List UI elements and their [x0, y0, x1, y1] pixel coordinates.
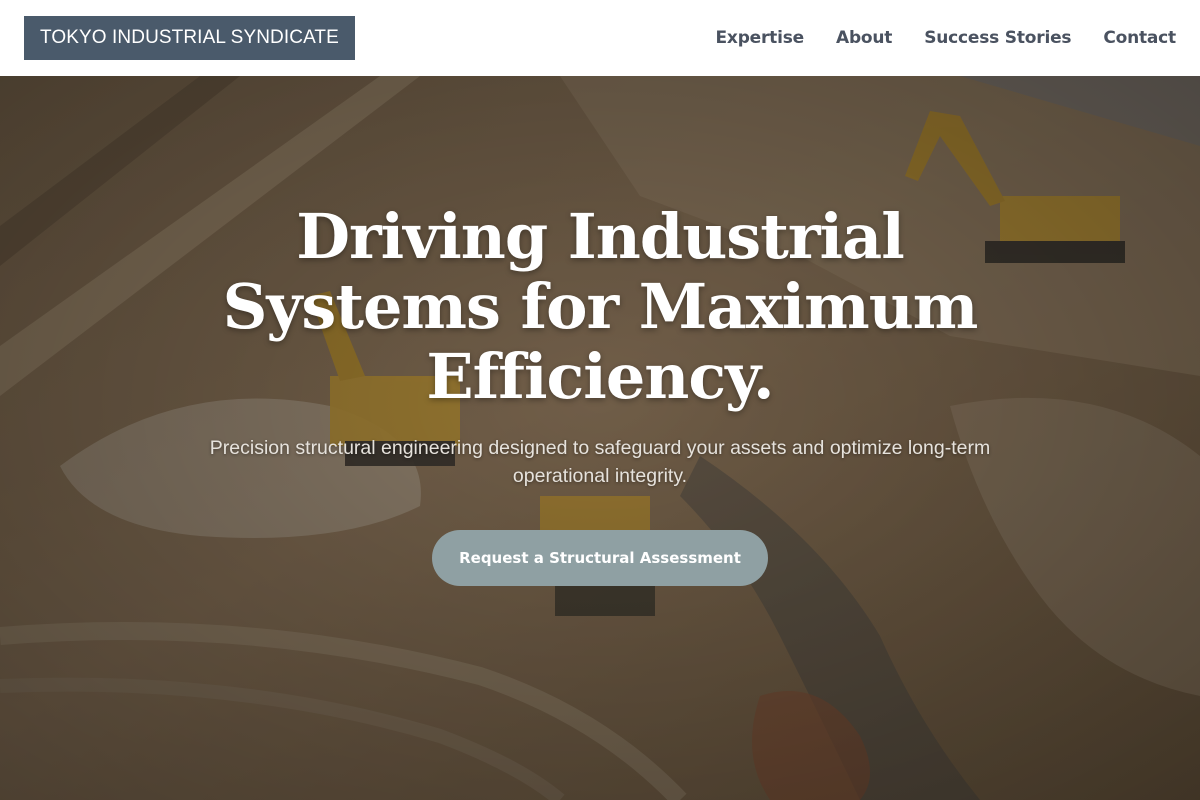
hero-subtitle: Precision structural engineering designe… [209, 437, 991, 487]
main-nav: Expertise About Success Stories Contact [716, 28, 1177, 48]
site-header: TOKYO INDUSTRIAL SYNDICATE Expertise Abo… [0, 0, 1200, 76]
hero-title: Driving Industrial Systems for Maximum E… [222, 200, 979, 413]
nav-link-success-stories[interactable]: Success Stories [924, 28, 1071, 48]
hero-content: Driving Industrial Systems for Maximum E… [0, 76, 1200, 800]
nav-link-about[interactable]: About [836, 28, 892, 48]
hero-section: Driving Industrial Systems for Maximum E… [0, 76, 1200, 800]
nav-link-contact[interactable]: Contact [1103, 28, 1176, 48]
logo[interactable]: TOKYO INDUSTRIAL SYNDICATE [24, 16, 355, 60]
request-assessment-button[interactable]: Request a Structural Assessment [432, 530, 768, 586]
nav-link-expertise[interactable]: Expertise [716, 28, 805, 48]
